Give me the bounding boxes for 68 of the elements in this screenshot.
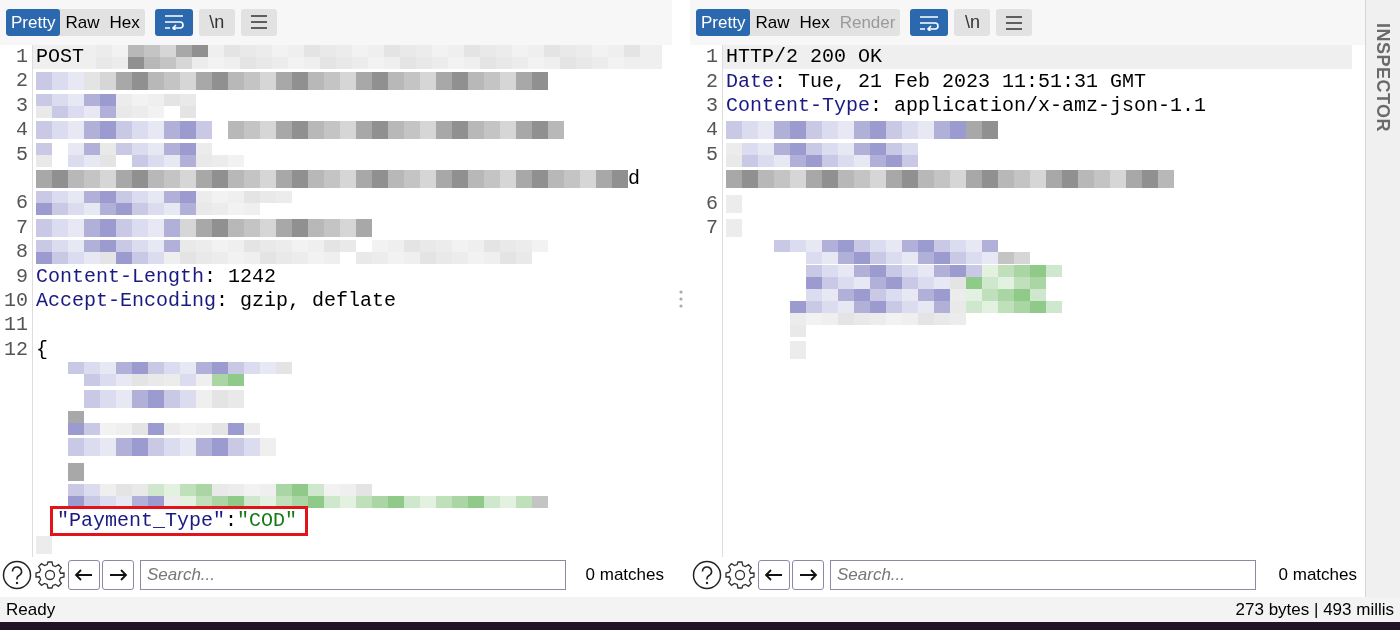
header-name: Date [726, 69, 774, 94]
wrap-icon [918, 14, 941, 31]
code-text: : gzip, deflate [216, 289, 397, 313]
wrap-toggle-button[interactable] [910, 9, 949, 36]
header-name: Accept-Encoding [36, 289, 217, 313]
previous-match-button[interactable] [758, 560, 790, 590]
line-number: 7 [16, 215, 28, 239]
line-number: 8 [16, 240, 28, 264]
line-number: 12 [4, 337, 28, 361]
newline-toggle-button[interactable]: \n [198, 8, 235, 36]
code-text: { [36, 337, 48, 362]
line-number: 1 [16, 45, 28, 69]
line-number: 4 [16, 118, 28, 142]
line-number: 10 [4, 289, 28, 312]
line-number: 9 [16, 264, 28, 288]
wrap-toggle-button[interactable] [154, 8, 193, 36]
view-tab[interactable]: Pretty [696, 9, 751, 36]
code-text: : 1242 [204, 264, 277, 289]
menu-icon [249, 15, 268, 30]
status-text: Ready [6, 598, 56, 621]
line-number: 6 [706, 191, 718, 215]
settings-icon[interactable] [34, 559, 66, 592]
drag-handle-icon[interactable] [679, 289, 683, 308]
help-icon[interactable] [2, 560, 32, 591]
search-field[interactable]: Search... [830, 560, 1256, 590]
pixelated-redaction [68, 462, 84, 481]
code-text: : Tue, 21 Feb 2023 11:51:31 GMT [774, 69, 1147, 94]
code-text: POST [36, 45, 85, 70]
menu-icon [1005, 15, 1024, 30]
line-number: 3 [16, 93, 28, 117]
match-count: 0 matches [1278, 564, 1358, 587]
wrap-icon [162, 14, 185, 31]
next-match-button[interactable] [102, 560, 134, 591]
header-name: "Payment_Type" [57, 508, 226, 533]
line-number: 4 [706, 118, 718, 142]
previous-match-button[interactable] [68, 560, 100, 591]
view-tab[interactable]: Pretty [6, 8, 61, 36]
response-stats: 273 bytes | 493 millis [1235, 598, 1394, 621]
line-number: 2 [16, 69, 28, 93]
inspector-tab[interactable]: INSPECTOR [1369, 22, 1397, 132]
line-number: 3 [706, 93, 718, 117]
line-number: 5 [16, 142, 28, 166]
line-number: 6 [16, 191, 28, 215]
view-tab[interactable]: Raw [60, 8, 105, 36]
view-tab[interactable]: Raw [750, 9, 795, 36]
code-text: : [225, 508, 238, 533]
help-icon[interactable] [692, 560, 722, 590]
line-number: 2 [706, 69, 718, 93]
code-text: HTTP/2 200 OK [726, 45, 883, 70]
settings-icon[interactable] [724, 559, 756, 591]
line-number: 11 [4, 313, 28, 337]
string-value: "COD" [237, 508, 298, 533]
view-tab[interactable]: Hex [104, 8, 145, 36]
menu-button[interactable] [996, 9, 1033, 36]
header-name: Content-Length [36, 264, 205, 289]
view-tab[interactable]: Hex [794, 9, 835, 36]
match-count: 0 matches [585, 564, 665, 587]
code-text: : application/x-amz-json-1.1 [870, 93, 1207, 118]
line-number: 1 [706, 45, 718, 69]
line-number: 7 [706, 215, 718, 239]
pixelated-redaction [36, 535, 52, 554]
header-name: Content-Type [726, 93, 871, 118]
next-match-button[interactable] [792, 560, 824, 590]
line-number: 5 [706, 142, 718, 166]
menu-button[interactable] [240, 8, 277, 36]
search-field[interactable]: Search... [140, 560, 566, 591]
code-text: d [628, 167, 640, 192]
newline-toggle-button[interactable]: \n [954, 9, 991, 36]
